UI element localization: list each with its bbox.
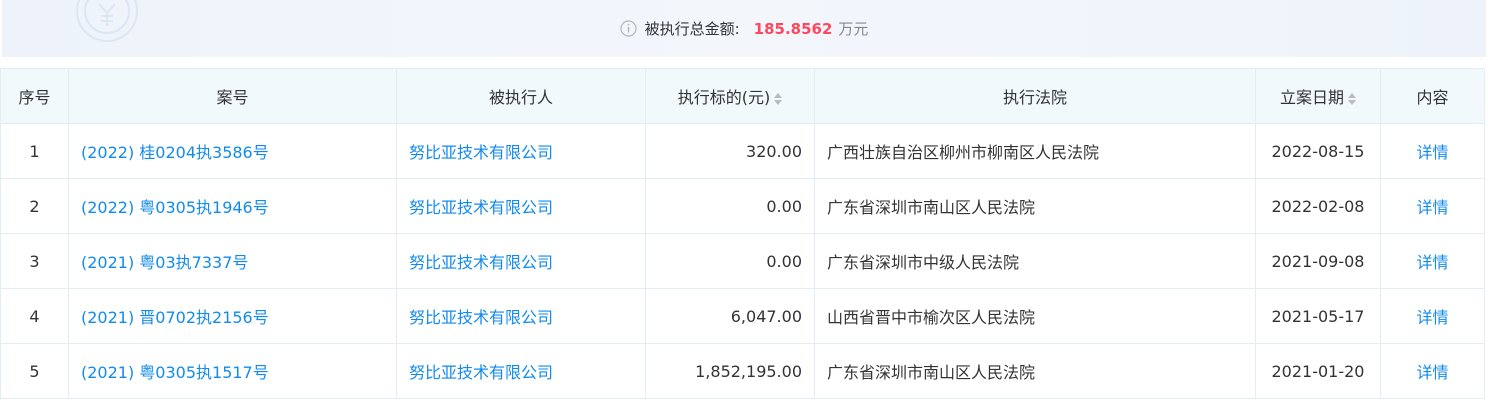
summary-unit: 万元: [838, 20, 869, 38]
target-amount: 0.00: [645, 178, 815, 234]
row-index: 5: [0, 343, 69, 399]
court-name: 广西壮族自治区柳州市柳南区人民法院: [814, 123, 1256, 179]
header-executee: 被执行人: [396, 68, 646, 124]
yuan-watermark-icon: [76, 0, 138, 42]
case-number-link[interactable]: (2022) 粤0305执1946号: [81, 198, 269, 217]
row-index: 1: [0, 123, 69, 179]
target-amount: 320.00: [645, 123, 815, 179]
executee-link[interactable]: 努比亚技术有限公司: [409, 363, 553, 382]
table-row: 5 (2021) 粤0305执1517号 努比亚技术有限公司 1,852,195…: [0, 343, 1485, 399]
header-court: 执行法院: [814, 68, 1256, 124]
sort-icon[interactable]: [774, 92, 783, 105]
header-date: 立案日期: [1279, 88, 1344, 107]
row-index: 3: [0, 233, 69, 289]
case-number-link[interactable]: (2022) 桂0204执3586号: [81, 143, 269, 162]
header-target: 执行标的(元): [677, 88, 771, 107]
filing-date: 2022-08-15: [1255, 123, 1381, 179]
table-header-row: 序号 案号 被执行人 执行标的(元) 执行法院 立案日期 内容: [0, 68, 1485, 124]
header-target-cell[interactable]: 执行标的(元): [645, 68, 815, 124]
detail-link[interactable]: 详情: [1416, 363, 1448, 382]
executee-link[interactable]: 努比亚技术有限公司: [409, 198, 553, 217]
header-date-cell[interactable]: 立案日期: [1255, 68, 1381, 124]
target-amount: 6,047.00: [645, 288, 815, 344]
target-amount: 1,852,195.00: [645, 343, 815, 399]
sort-icon[interactable]: [1348, 92, 1356, 105]
detail-link[interactable]: 详情: [1416, 253, 1448, 272]
header-content: 内容: [1380, 68, 1485, 124]
summary-amount: 185.8562: [753, 19, 833, 38]
header-index: 序号: [0, 68, 69, 124]
summary-banner: 被执行总金额: 185.8562 万元: [2, 0, 1486, 57]
court-name: 广东省深圳市南山区人民法院: [814, 343, 1256, 399]
execution-table: 序号 案号 被执行人 执行标的(元) 执行法院 立案日期 内容 1 (2022)…: [0, 68, 1485, 399]
court-name: 广东省深圳市中级人民法院: [814, 233, 1256, 289]
case-number-link[interactable]: (2021) 粤0305执1517号: [81, 363, 269, 382]
case-number-link[interactable]: (2021) 粤03执7337号: [81, 253, 248, 272]
table-row: 1 (2022) 桂0204执3586号 努比亚技术有限公司 320.00 广西…: [0, 123, 1485, 179]
court-name: 广东省深圳市南山区人民法院: [814, 178, 1256, 234]
detail-link[interactable]: 详情: [1416, 198, 1448, 217]
summary-label: 被执行总金额:: [644, 20, 740, 38]
table-row: 4 (2021) 晋0702执2156号 努比亚技术有限公司 6,047.00 …: [0, 288, 1485, 344]
row-index: 4: [0, 288, 69, 344]
row-index: 2: [0, 178, 69, 234]
filing-date: 2022-02-08: [1255, 178, 1381, 234]
executee-link[interactable]: 努比亚技术有限公司: [409, 308, 553, 327]
detail-link[interactable]: 详情: [1416, 143, 1448, 162]
table-row: 3 (2021) 粤03执7337号 努比亚技术有限公司 0.00 广东省深圳市…: [0, 233, 1485, 289]
header-case-no: 案号: [68, 68, 397, 124]
executee-link[interactable]: 努比亚技术有限公司: [409, 253, 553, 272]
table-row: 2 (2022) 粤0305执1946号 努比亚技术有限公司 0.00 广东省深…: [0, 178, 1485, 234]
filing-date: 2021-01-20: [1255, 343, 1381, 399]
case-number-link[interactable]: (2021) 晋0702执2156号: [81, 308, 269, 327]
executee-link[interactable]: 努比亚技术有限公司: [409, 143, 553, 162]
filing-date: 2021-05-17: [1255, 288, 1381, 344]
detail-link[interactable]: 详情: [1416, 308, 1448, 327]
court-name: 山西省晋中市榆次区人民法院: [814, 288, 1256, 344]
target-amount: 0.00: [645, 233, 815, 289]
info-icon: [619, 20, 637, 37]
filing-date: 2021-09-08: [1255, 233, 1381, 289]
